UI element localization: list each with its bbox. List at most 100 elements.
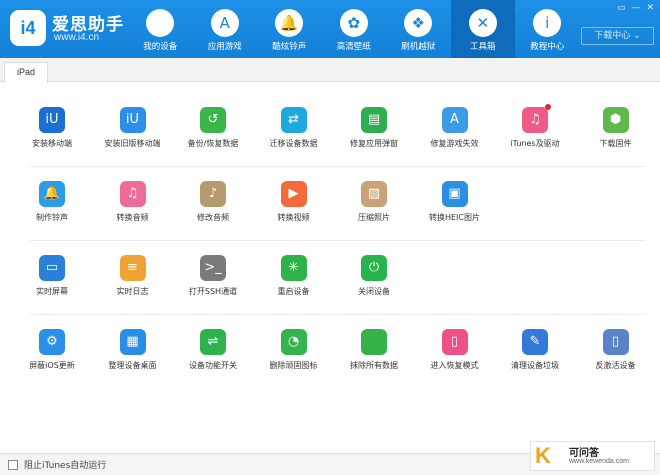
organize-desktop-icon: ▦ [119, 329, 146, 355]
tool-item[interactable]: ✳ 重启设备 [254, 255, 334, 319]
tool-label: 转换视频 [277, 213, 310, 222]
tool-label: 抹除所有数据 [350, 361, 398, 370]
tool-label: 设备功能开关 [189, 361, 237, 370]
tool-label: 压缩照片 [358, 213, 390, 222]
nav-item-0[interactable]: 我的设备 [128, 0, 193, 58]
tool-item[interactable]: ↺ 备份/恢复数据 [173, 107, 253, 171]
tool-item[interactable]: ▦ 整理设备桌面 [93, 329, 173, 393]
tool-item[interactable]: ♪ 修改音频 [173, 181, 253, 245]
i4-install-icon: iU [39, 107, 65, 133]
clean-junk-icon: ✎ [522, 329, 548, 355]
tool-item[interactable]: ▭ 实时屏幕 [12, 255, 92, 319]
tool-row-3: ⚙ 屏蔽iOS更新 ▦ 整理设备桌面 ⇌ 设备功能开关 ◔ 删除顽固图标 抹除所有数据 ▯ 进入恢复… [12, 329, 648, 405]
tool-item[interactable]: ♫ iTunes及驱动 [495, 104, 575, 171]
block-itunes-label[interactable]: 阻止iTunes自动运行 [24, 458, 106, 471]
block-update-icon: ⚙ [39, 329, 65, 355]
watermark-url: www.kewenda.com [569, 458, 629, 465]
tool-item[interactable]: ⇌ 设备功能开关 [173, 329, 253, 393]
app-window: i4 爱思助手 www.i4.cn 我的设备 A 应用游戏 🔔 酷炫铃声 ✿ 高清壁纸 ❖ 刷机… [0, 0, 660, 475]
nav-label: 酷炫铃声 [272, 42, 307, 52]
watermark-logo: K [535, 443, 551, 468]
tool-label: 进入恢复模式 [430, 361, 479, 370]
nav-item-6[interactable]: i 教程中心 [515, 0, 580, 58]
main-nav: 我的设备 A 应用游戏 🔔 酷炫铃声 ✿ 高清壁纸 ❖ 刷机越狱 ✕ 工具箱 i 教程中心 [128, 0, 580, 58]
tool-item[interactable]: iU 安装移动端 [12, 107, 92, 171]
nav-label: 教程中心 [530, 42, 565, 52]
compress-photo-icon: ▨ [361, 181, 387, 207]
row-divider [30, 240, 645, 241]
tool-label: 反激活设备 [595, 361, 636, 370]
tool-item[interactable]: ≡ 实时日志 [93, 255, 173, 319]
toolbox-grid: iU 安装移动端 iU 安装旧版移动端 ↺ 备份/恢复数据 ⇄ 迁移设备数据 ▤ 修复应用弹窗 A 修… [0, 83, 660, 453]
tool-label: 转换音频 [116, 213, 149, 222]
header: i4 爱思助手 www.i4.cn 我的设备 A 应用游戏 🔔 酷炫铃声 ✿ 高清壁纸 ❖ 刷机… [0, 0, 660, 58]
brand[interactable]: i4 爱思助手 www.i4.cn [10, 8, 135, 50]
maximize-icon[interactable]: ▭ [617, 3, 626, 13]
nav-item-3[interactable]: ✿ 高清壁纸 [322, 0, 387, 58]
tool-item[interactable]: ▨ 压缩照片 [334, 181, 414, 245]
apple-icon [146, 9, 175, 37]
tool-item[interactable]: ▣ 转换HEIC图片 [415, 181, 495, 245]
tool-row-0: iU 安装移动端 iU 安装旧版移动端 ↺ 备份/恢复数据 ⇄ 迁移设备数据 ▤ 修复应用弹窗 A 修… [12, 104, 648, 183]
tool-item[interactable]: 🔔 制作铃声 [12, 181, 92, 245]
row-divider [30, 166, 645, 167]
nav-item-4[interactable]: ❖ 刷机越狱 [386, 0, 451, 58]
tool-item[interactable]: iU 安装旧版移动端 [93, 107, 173, 171]
download-center-button[interactable]: 下载中心 ⌄ [581, 27, 654, 45]
migrate-data-icon: ⇄ [280, 107, 307, 133]
recovery-mode-icon: ▯ [441, 329, 468, 355]
convert-audio-icon: ♫ [119, 181, 146, 207]
tool-label: 实时日志 [116, 287, 149, 296]
nav-item-1[interactable]: A 应用游戏 [193, 0, 258, 58]
flower-icon: ✿ [339, 9, 368, 37]
close-icon[interactable]: ✕ [646, 3, 654, 13]
row-divider [30, 314, 645, 315]
tool-item[interactable]: ⬢ 下载固件 [576, 107, 656, 171]
notification-badge [545, 104, 551, 110]
tool-item[interactable]: ⏻ 关闭设备 [334, 255, 414, 319]
tool-item[interactable]: ◔ 删除顽固图标 [254, 329, 334, 393]
tool-label: 重启设备 [277, 287, 310, 296]
nav-label: 高清壁纸 [336, 42, 371, 52]
tool-item[interactable]: ▤ 修复应用弹窗 [334, 107, 414, 171]
tool-label: 实时屏幕 [36, 287, 68, 296]
nav-label: 我的设备 [143, 42, 178, 52]
tool-row-1: 🔔 制作铃声 ♫ 转换音频 ♪ 修改音频 ▶ 转换视频 ▨ 压缩照片 ▣ 转换HEIC图片 [12, 181, 648, 257]
tool-label: 打开SSH通道 [188, 287, 238, 296]
tool-item[interactable]: ▯ 反激活设备 [576, 329, 656, 393]
tool-item[interactable]: ▶ 转换视频 [254, 181, 334, 245]
tool-item[interactable]: >_ 打开SSH通道 [173, 255, 253, 319]
nav-label: 应用游戏 [207, 42, 242, 52]
brand-url: www.i4.cn [54, 32, 100, 43]
tool-label: 清理设备垃圾 [511, 361, 559, 370]
feature-toggle-icon: ⇌ [200, 329, 226, 355]
box-icon: ❖ [404, 9, 433, 37]
app-store-icon: A [210, 9, 239, 37]
tool-item[interactable]: ⚙ 屏蔽iOS更新 [12, 329, 92, 393]
realtime-screen-icon: ▭ [39, 255, 65, 281]
block-itunes-checkbox[interactable] [8, 460, 18, 470]
nav-item-2[interactable]: 🔔 酷炫铃声 [257, 0, 322, 58]
fix-game-icon: A [441, 107, 468, 133]
ssh-icon: >_ [200, 255, 226, 281]
tool-label: 安装移动端 [32, 139, 72, 148]
tool-item[interactable]: ✎ 清理设备垃圾 [495, 329, 575, 393]
tool-item[interactable]: 抹除所有数据 [334, 329, 414, 393]
restart-icon: ✳ [280, 255, 307, 281]
minimize-icon[interactable]: — [631, 3, 640, 13]
tool-label: 关闭设备 [358, 287, 390, 296]
tool-label: 下载固件 [599, 139, 632, 148]
fix-app-popup-icon: ▤ [361, 107, 387, 133]
nav-item-5[interactable]: ✕ 工具箱 [450, 0, 515, 58]
bell-icon: 🔔 [275, 9, 304, 37]
edit-audio-icon: ♪ [200, 181, 226, 207]
device-tab-bar: iPad [0, 58, 660, 83]
tool-item[interactable]: ♫ 转换音频 [93, 181, 173, 245]
i4-logo-icon: i4 [10, 10, 46, 46]
tool-item[interactable]: ⇄ 迁移设备数据 [254, 107, 334, 171]
tool-label: 转换HEIC图片 [428, 213, 480, 222]
tool-item[interactable]: ▯ 进入恢复模式 [415, 329, 495, 393]
tab-ipad[interactable]: iPad [4, 62, 48, 83]
tool-label: 备份/恢复数据 [187, 139, 239, 148]
tool-item[interactable]: A 修复游戏失效 [415, 107, 495, 171]
